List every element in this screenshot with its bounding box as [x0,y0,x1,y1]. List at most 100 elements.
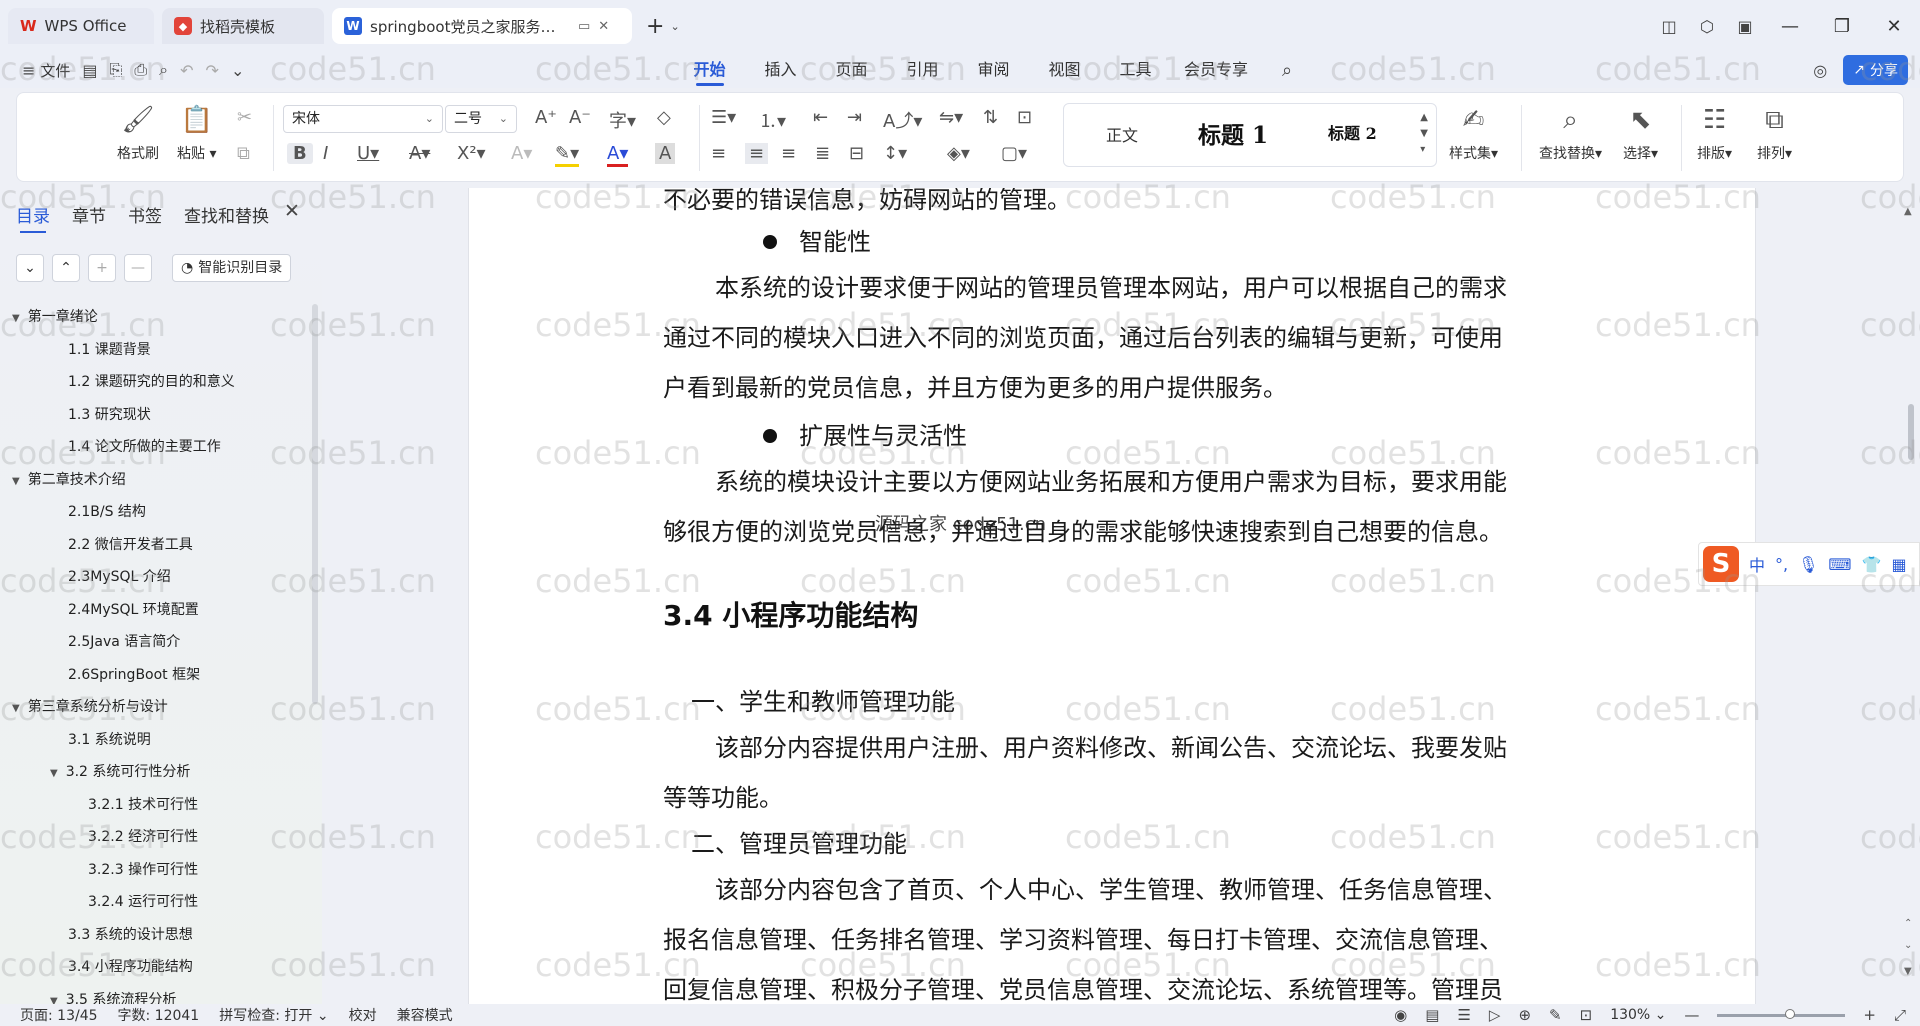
underline-icon[interactable]: U▾ [357,143,379,164]
share-button[interactable]: ↗ 分享 [1843,55,1908,85]
caret-down-icon[interactable]: ▼ [12,703,20,714]
toc-item[interactable]: 3.3 系统的设计思想 [68,922,193,948]
toc-item[interactable]: 2.3MySQL 介绍 [68,564,171,590]
close-tab-icon[interactable]: ✕ [598,19,609,34]
font-color-icon[interactable]: A▾ [607,143,629,167]
tab-view[interactable]: 视图 [1029,52,1100,88]
text-direction-icon[interactable]: A⤴▾ [883,107,922,133]
tab-insert[interactable]: 插入 [745,52,816,88]
vertical-scrollbar[interactable]: ▲ ⌃ ⌄ ▼ [1902,188,1920,1004]
paste-button[interactable]: 📋 粘贴 ▾ [177,103,216,163]
tab-document[interactable]: W springboot党员之家服务系统 ▭ ✕ [332,8,632,44]
clear-format-icon[interactable]: ◇ [657,107,671,128]
tab-find-replace[interactable]: 查找和替换 [184,202,269,227]
toc-item[interactable]: ▼ 3.2 系统可行性分析 [50,759,190,785]
toc-item[interactable]: 1.3 研究现状 [68,402,151,428]
toc-item[interactable]: 3.1 系统说明 [68,727,151,753]
line-spacing-icon[interactable]: ↕▾ [883,143,907,164]
sort-icon[interactable]: ⇅ [983,107,998,128]
zoom-level[interactable]: 130% ⌄ [1610,1007,1666,1023]
strikethrough-icon[interactable]: A▾ [409,143,430,164]
toc-item[interactable]: ▼ 第二章技术介绍 [12,467,126,493]
chevron-down-icon[interactable]: ⌄ [670,20,679,33]
scroll-thumb[interactable] [1908,404,1914,460]
toc-item[interactable]: ▼ 3.5 系统流程分析 [50,987,176,1005]
redo-icon[interactable]: ↷ [206,61,219,80]
toc-item[interactable]: 3.2.3 操作可行性 [88,857,198,883]
word-count[interactable]: 字数: 12041 [118,1005,200,1025]
tab-template[interactable]: ◆ 找稻壳模板 [162,8,324,44]
toc-scrollbar[interactable] [312,304,318,704]
document-page[interactable]: 不必要的错误信息，妨碍网站的管理。 智能性 本系统的设计要求便于网站的管理员管理… [468,188,1756,1004]
microphone-icon[interactable]: 🎙 [1798,555,1818,574]
page-view-icon[interactable]: ▤ [1425,1006,1439,1024]
cut-icon[interactable]: ✂ [237,107,252,128]
toc-item[interactable]: 2.5Java 语言简介 [68,629,180,655]
align-center-icon[interactable]: ≡ [745,143,769,164]
new-tab-button[interactable]: + [646,14,664,39]
italic-icon[interactable]: I [323,143,328,164]
convert-icon[interactable]: ⇋▾ [939,107,963,128]
select-button[interactable]: ⬉ 选择▾ [1623,103,1658,163]
toc-item[interactable]: 2.4MySQL 环境配置 [68,597,199,623]
ime-mode[interactable]: 中 [1749,552,1765,576]
fit-page-icon[interactable]: ⊡ [1580,1006,1593,1024]
chevron-down-icon[interactable]: ⌄ [231,61,244,80]
grid-icon[interactable]: ▦ [1891,555,1906,574]
tab-bookmarks[interactable]: 书签 [128,202,162,227]
caret-down-icon[interactable]: ▼ [12,476,20,487]
close-button[interactable]: ✕ [1868,16,1920,37]
caret-down-icon[interactable]: ▼ [50,768,58,779]
toc-item[interactable]: 1.4 论文所做的主要工作 [68,434,221,460]
tab-toc[interactable]: 目录 [16,202,50,233]
scroll-down-icon[interactable]: ⌄ [1904,940,1912,951]
tab-wps-office[interactable]: W WPS Office [8,8,154,44]
fullscreen-icon[interactable]: ⤢ [1894,1006,1906,1024]
char-shading-icon[interactable]: A [655,143,676,164]
arrange-button[interactable]: ⧉ 排列▾ [1757,103,1792,163]
style-set-button[interactable]: ✍ 样式集▾ [1449,103,1498,163]
toc-item[interactable]: 3.4 小程序功能结构 [68,954,193,980]
numbered-list-icon[interactable]: ⒈▾ [759,107,786,133]
pen-icon[interactable]: ✎ [1549,1006,1562,1024]
zoom-in-icon[interactable]: + [1863,1006,1876,1024]
increase-indent-icon[interactable]: ⇥ [847,107,862,128]
scroll-up-icon[interactable]: ⌃ [1904,918,1912,929]
chat-icon[interactable]: ◎ [1813,61,1827,80]
tab-references[interactable]: 引用 [887,52,958,88]
find-replace-button[interactable]: ⌕ 查找替换▾ [1539,103,1602,163]
minimize-button[interactable]: — [1764,16,1816,37]
border-icon[interactable]: ▢▾ [1001,143,1027,164]
toc-item[interactable]: 3.2.4 运行可行性 [88,889,198,915]
restore-button[interactable]: ❐ [1816,16,1868,37]
zoom-out-icon[interactable]: — [1684,1006,1699,1024]
shading-icon[interactable]: ◈▾ [947,143,970,164]
justify-icon[interactable]: ≣ [815,143,830,164]
print-preview-icon[interactable]: ⌕ [159,60,168,80]
eye-icon[interactable]: ◉ [1394,1006,1407,1024]
zoom-slider-knob[interactable] [1785,1008,1796,1019]
screen-icon[interactable]: ▭ [578,19,590,34]
style-normal[interactable]: 正文 [1106,122,1138,146]
search-icon[interactable]: ⌕ [1282,60,1292,81]
gallery-scroll[interactable]: ▲ ▼ ▾ [1420,110,1428,158]
phonetic-guide-icon[interactable]: 字▾ [609,107,636,133]
highlight-icon[interactable]: ✎▾ [555,143,580,167]
expand-down-icon[interactable]: ⌄ [16,254,44,282]
toc-item[interactable]: 2.1B/S 结构 [68,499,146,525]
caret-down-icon[interactable]: ▼ [50,996,58,1005]
outline-view-icon[interactable]: ☰ [1457,1006,1470,1024]
close-icon[interactable]: ✕ [284,200,300,222]
align-left-icon[interactable]: ≡ [711,143,726,164]
align-right-icon[interactable]: ≡ [781,143,796,164]
ime-punct[interactable]: °, [1775,555,1788,574]
scroll-up-icon[interactable]: ▲ [1904,206,1912,217]
toc-item[interactable]: 2.2 微信开发者工具 [68,532,193,558]
keyboard-icon[interactable]: ⌨ [1828,555,1851,574]
tab-home[interactable]: 开始 [674,52,745,88]
grow-font-icon[interactable]: A⁺ [535,107,557,128]
spell-check[interactable]: 拼写检查: 打开 ⌄ [219,1005,328,1025]
toc-item[interactable]: 1.2 课题研究的目的和意义 [68,369,235,395]
text-effect-icon[interactable]: A▾ [511,143,532,164]
toc-item[interactable]: 3.2.2 经济可行性 [88,824,198,850]
